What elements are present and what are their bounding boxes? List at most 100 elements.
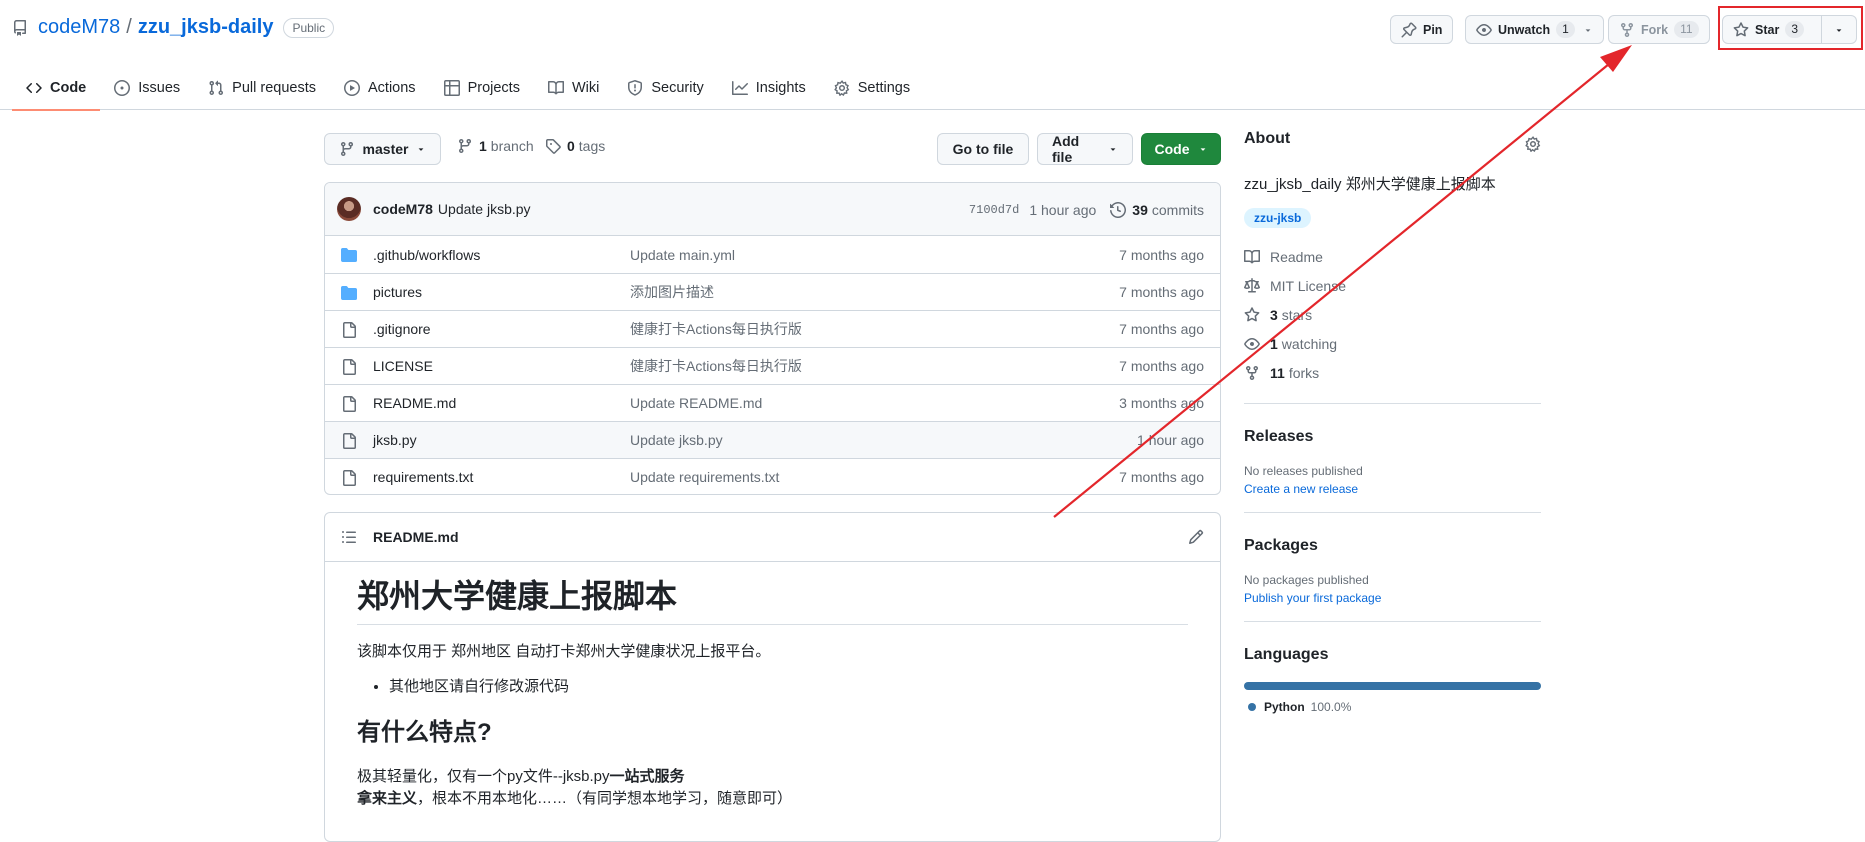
branch-selector[interactable]: master	[324, 133, 441, 165]
file-commit-message[interactable]: Update README.md	[630, 395, 762, 411]
file-name-link[interactable]: jksb.py	[373, 432, 417, 448]
file-commit-message[interactable]: 添加图片描述	[630, 282, 714, 302]
stars-link[interactable]: 3 stars	[1244, 300, 1541, 329]
file-row[interactable]: pictures 添加图片描述 7 months ago	[325, 273, 1220, 310]
commit-message[interactable]: Update jksb.py	[438, 201, 531, 217]
chevron-down-icon	[416, 144, 426, 154]
readme-panel: README.md 郑州大学健康上报脚本 该脚本仅用于 郑州地区 自动打卡郑州大…	[324, 512, 1221, 842]
tags-link[interactable]: 0 tags	[545, 138, 605, 154]
repo-forked-icon	[1619, 22, 1635, 38]
annotation-highlight-box	[1718, 6, 1863, 50]
file-name-link[interactable]: .github/workflows	[373, 247, 480, 263]
eye-icon	[1244, 336, 1260, 352]
eye-icon	[1476, 22, 1492, 38]
tab-actions[interactable]: Actions	[330, 65, 430, 110]
tab-label: Settings	[857, 79, 911, 96]
code-label: Code	[1154, 141, 1190, 157]
topic-tag[interactable]: zzu-jksb	[1244, 208, 1312, 228]
repo-sidebar: About zzu_jksb_daily 郑州大学健康上报脚本 zzu-jksb…	[1244, 130, 1541, 714]
repo-actions: Pin Unwatch 1 Fork 11 Star 3	[0, 15, 1865, 45]
pencil-icon[interactable]	[1188, 529, 1204, 545]
pin-icon	[1401, 21, 1417, 38]
feature2-text: ，根本不用本地化……（有同学想本地学习，随意即可）	[417, 790, 793, 807]
add-file-button[interactable]: Add file	[1037, 133, 1133, 165]
readme-filename[interactable]: README.md	[373, 529, 459, 545]
file-name-link[interactable]: requirements.txt	[373, 469, 473, 485]
file-row[interactable]: jksb.py Update jksb.py 1 hour ago	[325, 421, 1220, 458]
file-name-link[interactable]: pictures	[373, 284, 422, 300]
file-row[interactable]: LICENSE 健康打卡Actions每日执行版 7 months ago	[325, 347, 1220, 384]
code-button[interactable]: Code	[1141, 133, 1221, 165]
tab-projects[interactable]: Projects	[430, 65, 534, 110]
gear-icon[interactable]	[1525, 136, 1541, 152]
gear-icon	[833, 79, 850, 96]
chevron-down-icon	[1108, 144, 1118, 154]
about-title: About	[1244, 130, 1291, 147]
law-icon	[1244, 277, 1260, 294]
go-to-file-button[interactable]: Go to file	[937, 133, 1029, 165]
file-row[interactable]: README.md Update README.md 3 months ago	[325, 384, 1220, 421]
file-age: 7 months ago	[1119, 284, 1204, 300]
language-item[interactable]: Python 100.0%	[1244, 700, 1541, 714]
commit-author[interactable]: codeM78	[373, 201, 433, 217]
pin-button[interactable]: Pin	[1390, 15, 1454, 44]
file-commit-message[interactable]: Update jksb.py	[630, 432, 723, 448]
file-row[interactable]: .github/workflows Update main.yml 7 mont…	[325, 236, 1220, 273]
languages-section: Languages Python 100.0%	[1244, 622, 1541, 714]
watching-link[interactable]: 1 watching	[1244, 329, 1541, 358]
file-icon	[341, 433, 357, 449]
file-row[interactable]: .gitignore 健康打卡Actions每日执行版 7 months ago	[325, 310, 1220, 347]
file-commit-message[interactable]: 健康打卡Actions每日执行版	[630, 356, 802, 376]
publish-package-link[interactable]: Publish your first package	[1244, 591, 1541, 605]
file-commit-message[interactable]: Update main.yml	[630, 247, 735, 263]
commits-link[interactable]: 39 commits	[1110, 202, 1204, 218]
file-commit-message[interactable]: Update requirements.txt	[630, 469, 779, 485]
chevron-down-icon	[1198, 144, 1208, 154]
readme-link[interactable]: Readme	[1244, 242, 1541, 271]
readme-link-label: Readme	[1270, 248, 1323, 265]
file-name-link[interactable]: LICENSE	[373, 358, 433, 374]
file-icon	[341, 359, 357, 375]
list-unordered-icon[interactable]	[341, 529, 357, 545]
tab-issues[interactable]: Issues	[100, 65, 194, 110]
git-branch-icon	[339, 141, 355, 157]
fork-button[interactable]: Fork 11	[1608, 15, 1710, 44]
file-name-link[interactable]: README.md	[373, 395, 456, 411]
feature-text: 极其轻量化，仅有一个py文件--jksb.py	[357, 768, 610, 785]
git-branch-icon	[457, 138, 473, 154]
file-row[interactable]: requirements.txt Update requirements.txt…	[325, 458, 1220, 494]
file-age: 1 hour ago	[1137, 432, 1204, 448]
file-name-link[interactable]: .gitignore	[373, 321, 431, 337]
go-to-file-label: Go to file	[952, 141, 1014, 157]
stars-count: 3	[1270, 306, 1278, 323]
repo-forked-icon	[1244, 365, 1260, 381]
packages-section: Packages No packages published Publish y…	[1244, 513, 1541, 605]
tab-label: Insights	[755, 79, 806, 96]
releases-title[interactable]: Releases	[1244, 428, 1541, 446]
forks-link[interactable]: 11 forks	[1244, 358, 1541, 387]
tab-pull-requests[interactable]: Pull requests	[194, 65, 330, 110]
chevron-down-icon	[1583, 25, 1593, 35]
forks-label: forks	[1288, 364, 1320, 381]
avatar[interactable]	[337, 197, 361, 221]
branches-link[interactable]: 1 branch	[457, 138, 534, 154]
tab-wiki[interactable]: Wiki	[534, 65, 613, 110]
forks-count: 11	[1270, 364, 1285, 381]
tab-label: Wiki	[571, 79, 600, 96]
tab-settings[interactable]: Settings	[820, 65, 924, 110]
packages-title[interactable]: Packages	[1244, 537, 1541, 555]
file-commit-message[interactable]: 健康打卡Actions每日执行版	[630, 319, 802, 339]
tab-label: Actions	[368, 79, 416, 96]
play-icon	[344, 79, 360, 96]
license-link[interactable]: MIT License	[1244, 271, 1541, 300]
repo-header: codeM78 / zzu_jksb-daily Public Pin Unwa…	[0, 0, 1865, 111]
tab-insights[interactable]: Insights	[718, 65, 820, 110]
tab-label: Issues	[138, 79, 181, 96]
create-release-link[interactable]: Create a new release	[1244, 482, 1541, 496]
readme-feature: 极其轻量化，仅有一个py文件--jksb.py一站式服务	[357, 766, 1188, 788]
commit-hash[interactable]: 7100d7d	[969, 203, 1019, 217]
file-age: 7 months ago	[1119, 321, 1204, 337]
tab-security[interactable]: Security	[613, 65, 717, 110]
tab-code[interactable]: Code	[12, 65, 101, 111]
unwatch-button[interactable]: Unwatch 1	[1465, 15, 1604, 44]
